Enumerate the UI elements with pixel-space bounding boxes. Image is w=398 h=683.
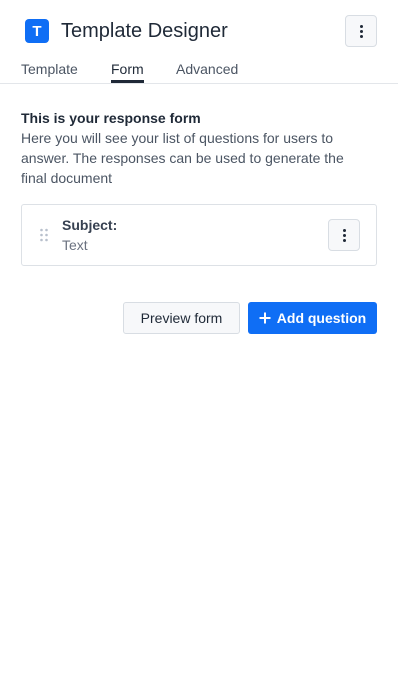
tab-form[interactable]: Form [111,60,144,78]
header: T Template Designer [0,0,398,58]
more-options-button[interactable] [345,15,377,47]
drag-handle-icon[interactable] [40,228,48,242]
question-type: Text [62,237,88,253]
section-title: This is your response form [21,110,201,126]
preview-form-label: Preview form [140,310,223,326]
tab-advanced[interactable]: Advanced [176,60,238,78]
app-logo: T [25,19,49,43]
more-vertical-icon [342,228,346,242]
active-tab-indicator [111,80,144,83]
question-options-button[interactable] [328,219,360,251]
question-card[interactable]: Subject: Text [21,204,377,266]
tab-bar: Template Form Advanced [0,58,398,84]
question-label: Subject: [62,217,118,233]
tab-template[interactable]: Template [21,60,78,78]
plus-icon [259,312,271,324]
logo-letter: T [32,22,42,40]
add-question-button[interactable]: Add question [248,302,377,334]
preview-form-button[interactable]: Preview form [123,302,240,334]
more-vertical-icon [359,24,363,38]
page-title: Template Designer [61,20,228,42]
add-question-label: Add question [276,310,367,326]
section-description: Here you will see your list of questions… [21,130,344,186]
template-designer-panel: T Template Designer Template Form Advanc… [0,0,398,683]
